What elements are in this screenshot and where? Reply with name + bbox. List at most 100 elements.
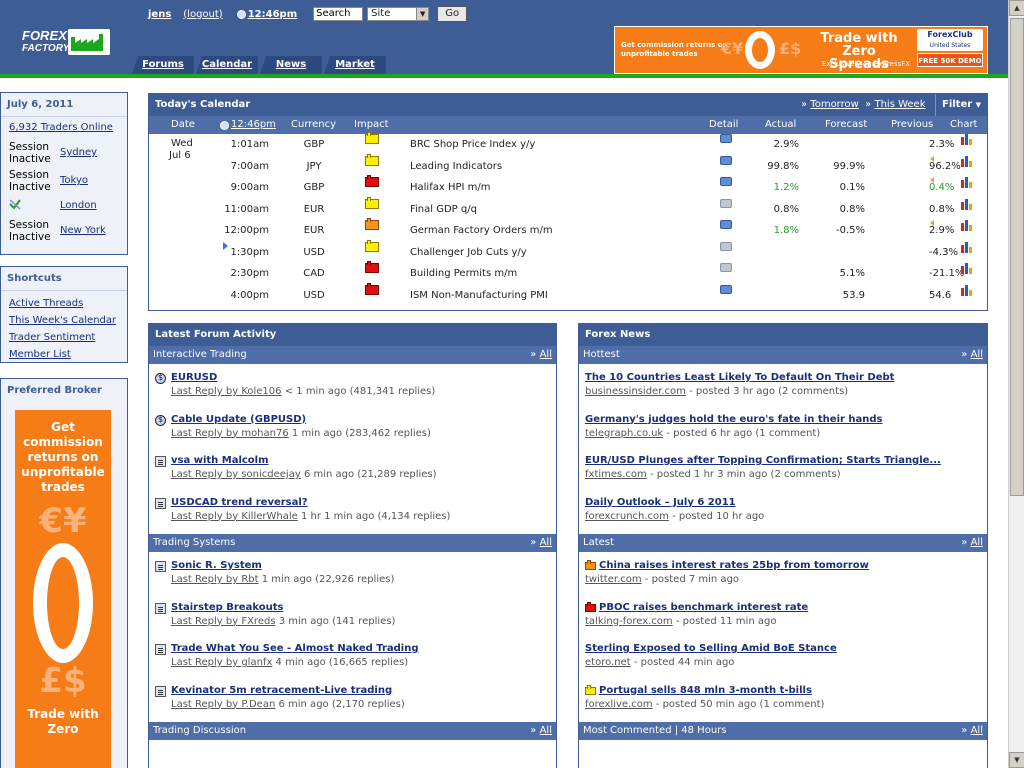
banner-ad[interactable]: Get commission returns on unprofitable t… — [614, 26, 988, 74]
chart-icon[interactable] — [961, 155, 973, 167]
chart-icon[interactable] — [961, 220, 973, 231]
detail-icon[interactable] — [720, 284, 732, 294]
last-reply-link[interactable]: Last Reply by Kole106 — [171, 386, 282, 397]
scroll-thumb[interactable] — [1010, 18, 1024, 496]
news-source-link[interactable]: forexcrunch.com — [585, 511, 669, 522]
detail-icon[interactable] — [720, 134, 732, 143]
shortcut-trader-sentiment[interactable]: Trader Sentiment — [1, 329, 127, 346]
detail-icon[interactable] — [720, 198, 732, 208]
last-reply-link[interactable]: Last Reply by P.Dean — [171, 699, 275, 710]
filter-button[interactable]: Filter ▼ — [935, 94, 987, 116]
last-reply-link[interactable]: Last Reply by Rbt — [171, 574, 259, 585]
news-title-link[interactable]: Daily Outlook – July 6 2011 — [585, 496, 987, 510]
view-all-link[interactable]: All — [540, 537, 552, 548]
traders-online-link[interactable]: 6,932 Traders Online — [9, 122, 113, 134]
site-select[interactable]: Site ▼ — [367, 7, 430, 21]
last-reply-link[interactable]: Last Reply by sonicdeejay — [171, 469, 301, 480]
thread-title-link[interactable]: Kevinator 5m retracement-Live trading — [171, 684, 556, 698]
news-title-link[interactable]: China raises interest rates 25bp from to… — [585, 559, 987, 573]
impact-icon[interactable] — [365, 218, 379, 230]
detail-icon[interactable] — [720, 263, 732, 272]
forex-factory-logo[interactable]: FOREX FACTORY — [22, 28, 110, 58]
thread-title-link[interactable]: Cable Update (GBPUSD) — [171, 413, 556, 427]
news-source-link[interactable]: etoro.net — [585, 657, 631, 668]
news-source-link[interactable]: fxtimes.com — [585, 469, 647, 480]
go-button[interactable]: Go — [437, 6, 468, 22]
thread-title-link[interactable]: EURUSD — [171, 371, 556, 385]
tab-news[interactable]: News — [260, 56, 322, 74]
thread-title-link[interactable]: Sonic R. System — [171, 559, 556, 573]
session-city-link[interactable]: Sydney — [60, 147, 97, 159]
view-all-link[interactable]: All — [540, 725, 552, 736]
detail-icon[interactable] — [720, 177, 732, 186]
chart-icon[interactable] — [961, 284, 973, 296]
shortcut-weeks-calendar[interactable]: This Week's Calendar — [1, 312, 127, 329]
shortcut-active-threads[interactable]: Active Threads — [1, 295, 127, 312]
view-all-link[interactable]: All — [971, 725, 983, 736]
impact-icon[interactable] — [365, 196, 379, 209]
news-title-link[interactable]: PBOC raises benchmark interest rate — [585, 601, 987, 615]
event-title[interactable]: Challenger Job Cuts y/y — [410, 242, 527, 264]
last-reply-link[interactable]: Last Reply by glanfx — [171, 657, 272, 668]
impact-icon[interactable] — [365, 132, 379, 144]
clock[interactable]: 12:46pm — [236, 9, 297, 20]
session-city-link[interactable]: Tokyo — [60, 175, 88, 187]
scroll-down-icon[interactable]: ▼ — [1009, 752, 1024, 768]
logout-link[interactable]: (logout) — [183, 9, 222, 20]
news-title-link[interactable]: Portugal sells 848 mln 3-month t-bills — [585, 684, 987, 698]
vertical-scrollbar[interactable]: ▲ ▼ — [1008, 0, 1024, 768]
event-title[interactable]: German Factory Orders m/m — [410, 220, 553, 242]
tomorrow-link[interactable]: Tomorrow — [810, 99, 859, 110]
view-all-link[interactable]: All — [971, 349, 983, 360]
impact-icon[interactable] — [365, 175, 379, 187]
event-title[interactable]: Leading Indicators — [410, 156, 502, 178]
last-reply-link[interactable]: Last Reply by FXreds — [171, 616, 276, 627]
news-title-link[interactable]: EUR/USD Plunges after Topping Confirmati… — [585, 454, 987, 468]
scroll-up-icon[interactable]: ▲ — [1009, 0, 1024, 16]
impact-icon[interactable] — [365, 153, 379, 166]
free-demo-button[interactable]: FREE 50K DEMO — [917, 53, 983, 67]
last-reply-link[interactable]: Last Reply by mohan76 — [171, 428, 289, 439]
impact-icon[interactable] — [365, 239, 379, 252]
view-all-link[interactable]: All — [971, 537, 983, 548]
detail-icon[interactable] — [720, 241, 732, 251]
username-link[interactable]: jens — [148, 9, 171, 20]
detail-icon[interactable] — [720, 220, 732, 229]
chevron-down-icon[interactable]: ▼ — [416, 8, 429, 20]
tab-market[interactable]: Market — [324, 56, 386, 74]
thread-title-link[interactable]: Stairstep Breakouts — [171, 601, 556, 615]
tab-forums[interactable]: Forums — [132, 56, 194, 74]
thread-title-link[interactable]: USDCAD trend reversal? — [171, 496, 556, 510]
news-source-link[interactable]: talking-forex.com — [585, 616, 673, 627]
tab-calendar[interactable]: Calendar — [196, 56, 258, 74]
col-time[interactable]: 12:46pm — [220, 116, 276, 134]
news-source-link[interactable]: twitter.com — [585, 574, 642, 585]
event-title[interactable]: BRC Shop Price Index y/y — [410, 134, 535, 156]
event-title[interactable]: Final GDP q/q — [410, 199, 477, 221]
chart-icon[interactable] — [961, 241, 973, 253]
shortcut-member-list[interactable]: Member List — [1, 346, 127, 363]
view-all-link[interactable]: All — [540, 349, 552, 360]
broker-ad[interactable]: Get commission returns on unprofitable t… — [15, 410, 111, 768]
news-title-link[interactable]: Germany's judges hold the euro's fate in… — [585, 413, 987, 427]
chart-icon[interactable] — [961, 263, 973, 274]
detail-icon[interactable] — [720, 155, 732, 165]
search-input[interactable]: Search — [313, 7, 364, 21]
event-title[interactable]: Building Permits m/m — [410, 263, 517, 285]
session-city-link[interactable]: New York — [60, 225, 106, 237]
session-city-link[interactable]: London — [60, 200, 97, 212]
news-title-link[interactable]: The 10 Countries Least Likely To Default… — [585, 371, 987, 385]
event-title[interactable]: Halifax HPI m/m — [410, 177, 490, 199]
thread-title-link[interactable]: vsa with Malcolm — [171, 454, 556, 468]
news-source-link[interactable]: telegraph.co.uk — [585, 428, 663, 439]
impact-icon[interactable] — [365, 282, 379, 295]
event-title[interactable]: ISM Non-Manufacturing PMI — [410, 285, 548, 307]
news-source-link[interactable]: businessinsider.com — [585, 386, 686, 397]
news-title-link[interactable]: Sterling Exposed to Selling Amid BoE Sta… — [585, 642, 987, 656]
thread-title-link[interactable]: Trade What You See - Almost Naked Tradin… — [171, 642, 556, 656]
chart-icon[interactable] — [961, 198, 973, 210]
news-source-link[interactable]: forexlive.com — [585, 699, 653, 710]
chart-icon[interactable] — [961, 134, 973, 145]
impact-icon[interactable] — [365, 261, 379, 273]
last-reply-link[interactable]: Last Reply by KillerWhale — [171, 511, 298, 522]
